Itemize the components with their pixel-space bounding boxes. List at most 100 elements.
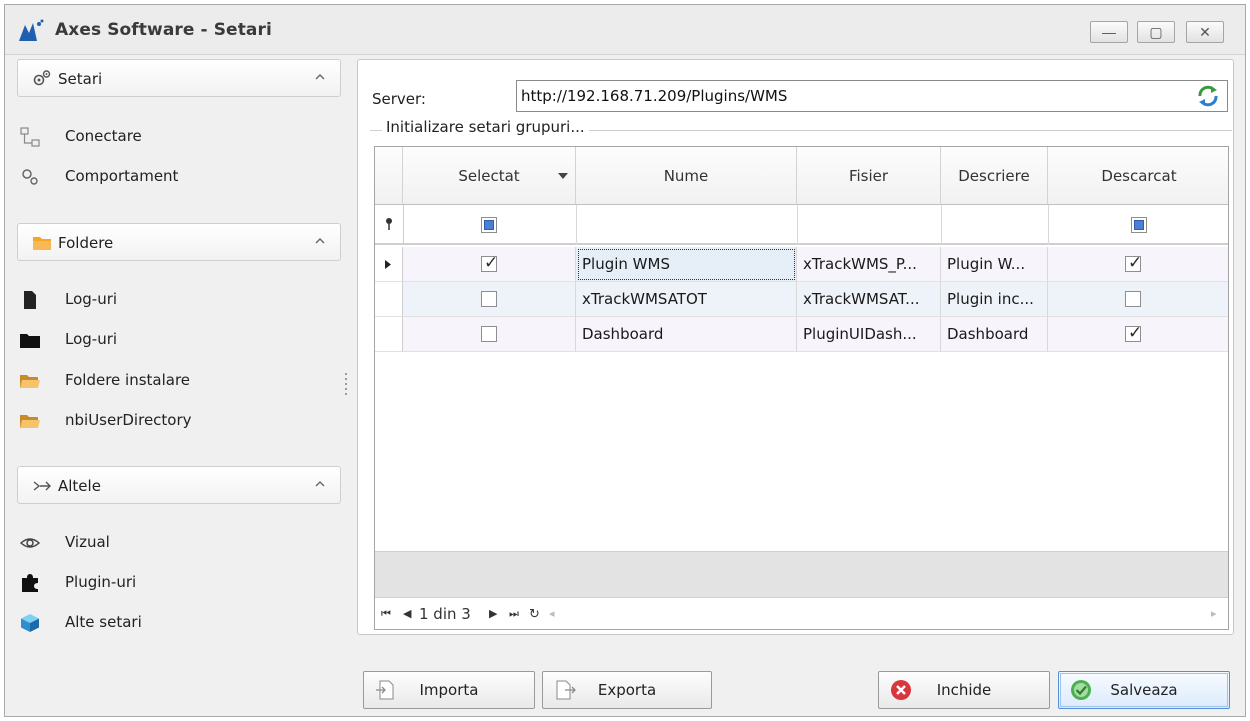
row-checkbox[interactable] bbox=[1125, 291, 1141, 307]
cell-descriere[interactable]: Plugin W... bbox=[941, 247, 1048, 282]
filter-selectat-checkbox[interactable] bbox=[481, 217, 497, 233]
column-header-label: Selectat bbox=[458, 166, 520, 185]
window-title: Axes Software - Setari bbox=[55, 20, 272, 40]
sidebar-item-alte-setari[interactable]: Alte setari bbox=[19, 608, 319, 638]
row-indicator[interactable] bbox=[375, 317, 403, 352]
server-url-input[interactable] bbox=[516, 80, 1228, 112]
sidebar-item-label: Foldere instalare bbox=[65, 371, 191, 389]
refresh-records-icon[interactable]: ↻ bbox=[529, 607, 540, 622]
sidebar-item-conectare[interactable]: Conectare bbox=[19, 122, 319, 152]
row-indicator[interactable] bbox=[375, 247, 403, 282]
button-label: Inchide bbox=[936, 681, 992, 699]
filter-descarcat-checkbox[interactable] bbox=[1131, 217, 1147, 233]
row-checkbox[interactable] bbox=[481, 291, 497, 307]
column-header-fisier[interactable]: Fisier bbox=[797, 147, 941, 205]
settings-window: Axes Software - Setari — ▢ ✕ Setari Cone… bbox=[4, 4, 1246, 717]
row-checkbox[interactable]: ✓ bbox=[1125, 323, 1142, 343]
sidebar-item-label: Comportament bbox=[65, 167, 179, 185]
button-label: Importa bbox=[419, 681, 479, 699]
sidebar-group-altele-header[interactable]: Altele bbox=[17, 466, 341, 504]
sidebar-group-setari-header[interactable]: Setari bbox=[17, 59, 341, 97]
sidebar-item-label: Log-uri bbox=[65, 290, 118, 308]
column-header-selectat[interactable]: Selectat bbox=[403, 147, 576, 205]
cell-nume[interactable]: Dashboard bbox=[576, 317, 797, 352]
open-folder-icon bbox=[20, 415, 40, 428]
chevron-up-icon[interactable] bbox=[314, 235, 326, 247]
cell-descarcat[interactable]: ✓ bbox=[1048, 317, 1228, 352]
sidebar-item-vizual[interactable]: Vizual bbox=[19, 528, 319, 558]
sidebar-item-log-uri[interactable]: Log-uri bbox=[19, 285, 319, 315]
sidebar-item-foldere-instalare[interactable]: Foldere instalare bbox=[19, 366, 319, 396]
column-header-label: Descarcat bbox=[1101, 166, 1177, 185]
column-header-descriere[interactable]: Descriere bbox=[941, 147, 1048, 205]
first-record-icon[interactable]: ⏮ bbox=[381, 607, 391, 621]
sidebar-item-label: Conectare bbox=[65, 127, 142, 145]
row-checkbox[interactable]: ✓ bbox=[481, 253, 498, 273]
export-button[interactable]: Exporta bbox=[542, 671, 712, 709]
sidebar-item-comportament[interactable]: Comportament bbox=[19, 162, 319, 192]
gears-icon bbox=[33, 70, 51, 86]
cube-icon bbox=[21, 614, 39, 632]
column-header-descarcat[interactable]: Descarcat bbox=[1048, 147, 1228, 205]
cell-selectat[interactable] bbox=[403, 317, 576, 352]
cell-fisier[interactable]: xTrackWMS_P... bbox=[797, 247, 941, 282]
sidebar-item-label: Vizual bbox=[65, 533, 110, 551]
sidebar-item-log-uri-folder[interactable]: Log-uri bbox=[19, 325, 319, 355]
filter-row bbox=[375, 205, 1228, 245]
cell-fisier[interactable]: xTrackWMSAT... bbox=[797, 282, 941, 317]
cell-selectat[interactable] bbox=[403, 282, 576, 317]
sidebar-item-label: Log-uri bbox=[65, 330, 118, 348]
save-button[interactable]: Salveaza bbox=[1058, 671, 1230, 709]
row-checkbox[interactable]: ✓ bbox=[1125, 253, 1142, 273]
gears-icon bbox=[22, 169, 38, 185]
chevron-up-icon[interactable] bbox=[314, 478, 326, 490]
last-record-icon[interactable]: ⏭ bbox=[509, 607, 519, 621]
close-button[interactable]: Inchide bbox=[878, 671, 1050, 709]
eye-icon bbox=[19, 538, 41, 548]
column-header-label: Nume bbox=[663, 166, 709, 185]
cell-nume[interactable]: Plugin WMS bbox=[576, 247, 797, 282]
server-label: Server: bbox=[372, 90, 426, 108]
folder-icon bbox=[33, 237, 51, 250]
dropdown-arrow-icon[interactable] bbox=[558, 173, 568, 179]
title-bar: Axes Software - Setari — ▢ ✕ bbox=[5, 5, 1245, 55]
sidebar-item-nbiuserdirectory[interactable]: nbiUserDirectory bbox=[19, 406, 319, 436]
refresh-icon[interactable] bbox=[1196, 84, 1220, 108]
panel-splitter[interactable] bbox=[344, 370, 348, 400]
cell-descriere[interactable]: Dashboard bbox=[941, 317, 1048, 352]
open-folder-icon bbox=[20, 375, 40, 388]
plugins-grid: Selectat Nume Fisier Descriere Descarcat bbox=[374, 146, 1229, 630]
document-icon bbox=[24, 291, 36, 309]
row-indicator-header bbox=[375, 147, 403, 205]
import-button[interactable]: Importa bbox=[363, 671, 535, 709]
column-header-nume[interactable]: Nume bbox=[576, 147, 797, 205]
cell-nume[interactable]: xTrackWMSATOT bbox=[576, 282, 797, 317]
cell-descriere[interactable]: Plugin inc... bbox=[941, 282, 1048, 317]
data-navigator: ⏮ ◀ 1 din 3 ▶ ⏭ ↻ ◂ ▸ bbox=[375, 597, 1228, 629]
chevron-up-icon[interactable] bbox=[314, 71, 326, 83]
arrows-icon bbox=[33, 481, 51, 491]
sidebar-item-plugin-uri[interactable]: Plugin-uri bbox=[19, 568, 319, 598]
main-panel: Server: Initializare setari grupuri... S… bbox=[357, 59, 1234, 635]
cell-fisier[interactable]: PluginUIDash... bbox=[797, 317, 941, 352]
record-position: 1 din 3 bbox=[419, 605, 471, 623]
scroll-left-icon[interactable]: ◂ bbox=[549, 607, 555, 620]
row-indicator[interactable] bbox=[375, 282, 403, 317]
sidebar-group-foldere-header[interactable]: Foldere bbox=[17, 223, 341, 261]
cell-descarcat[interactable] bbox=[1048, 282, 1228, 317]
app-logo-icon bbox=[19, 19, 44, 41]
cell-selectat[interactable]: ✓ bbox=[403, 247, 576, 282]
previous-record-icon[interactable]: ◀ bbox=[403, 607, 411, 620]
row-checkbox[interactable] bbox=[481, 326, 497, 342]
puzzle-icon bbox=[22, 574, 38, 592]
scroll-right-icon[interactable]: ▸ bbox=[1211, 607, 1217, 620]
maximize-button[interactable]: ▢ bbox=[1137, 21, 1175, 43]
minimize-button[interactable]: — bbox=[1090, 21, 1128, 43]
network-icon bbox=[20, 127, 40, 147]
column-header-label: Descriere bbox=[958, 166, 1030, 185]
column-header-label: Fisier bbox=[848, 166, 889, 185]
next-record-icon[interactable]: ▶ bbox=[489, 607, 497, 620]
sidebar-group-label: Foldere bbox=[58, 234, 114, 252]
cell-descarcat[interactable]: ✓ bbox=[1048, 247, 1228, 282]
close-window-button[interactable]: ✕ bbox=[1186, 21, 1224, 43]
